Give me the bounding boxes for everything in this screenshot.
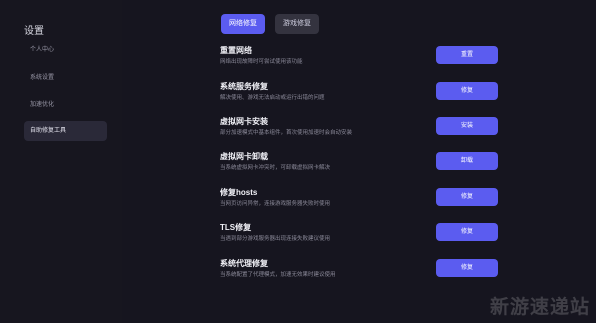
repair-row-virtual-nic-install: 虚拟网卡安装 部分加速模式中基本组件，首次使用加速时会自动安装 安装 <box>220 116 520 144</box>
row-description: 当网页访问异常，连接游戏服务器失败时使用 <box>220 201 331 207</box>
sidebar-item-personal-center[interactable]: 个人中心 <box>24 40 107 60</box>
sidebar-item-acceleration[interactable]: 加速优化 <box>24 95 107 115</box>
row-title: 重置网络 <box>220 46 252 55</box>
row-title: 修复hosts <box>220 188 258 197</box>
repair-button[interactable]: 修复 <box>436 82 498 100</box>
row-description: 当系统配置了代理模式，加速无效果时建议使用 <box>220 272 336 278</box>
repair-row-reset-network: 重置网络 网络出现故障时可尝试使用该功能 重置 <box>220 45 520 73</box>
watermark: 新游速递站 <box>489 297 590 318</box>
row-description: 网络出现故障时可尝试使用该功能 <box>220 59 303 65</box>
install-button[interactable]: 安装 <box>436 117 498 135</box>
sidebar-title: 设置 <box>24 26 44 37</box>
row-description: 部分加速模式中基本组件，首次使用加速时会自动安装 <box>220 130 353 136</box>
repair-row-hosts: 修复hosts 当网页访问异常，连接游戏服务器失败时使用 修复 <box>220 187 520 215</box>
repair-row-system-service: 系统服务修复 解决使用、游戏无法启动或运行出错的问题 修复 <box>220 81 520 109</box>
settings-window: 设置 个人中心 系统设置 加速优化 自助修复工具 网络修复 游戏修复 重置网络 … <box>0 0 596 323</box>
repair-row-system-proxy: 系统代理修复 当系统配置了代理模式，加速无效果时建议使用 修复 <box>220 258 520 286</box>
repair-button[interactable]: 修复 <box>436 188 498 206</box>
repair-button[interactable]: 修复 <box>436 223 498 241</box>
row-description: 解决使用、游戏无法启动或运行出错的问题 <box>220 95 325 101</box>
tab-bar: 网络修复 游戏修复 <box>221 14 319 34</box>
tab-network-repair[interactable]: 网络修复 <box>221 14 265 34</box>
repair-button[interactable]: 修复 <box>436 259 498 277</box>
uninstall-button[interactable]: 卸载 <box>436 152 498 170</box>
sidebar-item-system-settings[interactable]: 系统设置 <box>24 68 107 88</box>
sidebar-item-repair-tools[interactable]: 自助修复工具 <box>24 121 107 141</box>
row-description: 当系统虚拟网卡冲突时，可卸载虚拟网卡解决 <box>220 165 331 171</box>
repair-row-virtual-nic-uninstall: 虚拟网卡卸载 当系统虚拟网卡冲突时，可卸载虚拟网卡解决 卸载 <box>220 151 520 179</box>
row-title: 系统服务修复 <box>220 82 268 91</box>
row-title: 虚拟网卡安装 <box>220 117 268 126</box>
reset-button[interactable]: 重置 <box>436 46 498 64</box>
sidebar: 设置 个人中心 系统设置 加速优化 自助修复工具 <box>0 0 122 323</box>
row-description: 当遇到部分游戏服务器出现连接失败建议使用 <box>220 236 331 242</box>
repair-row-tls: TLS修复 当遇到部分游戏服务器出现连接失败建议使用 修复 <box>220 222 520 250</box>
row-title: TLS修复 <box>220 223 252 232</box>
tab-game-repair[interactable]: 游戏修复 <box>275 14 319 34</box>
row-title: 系统代理修复 <box>220 259 268 268</box>
row-title: 虚拟网卡卸载 <box>220 152 268 161</box>
